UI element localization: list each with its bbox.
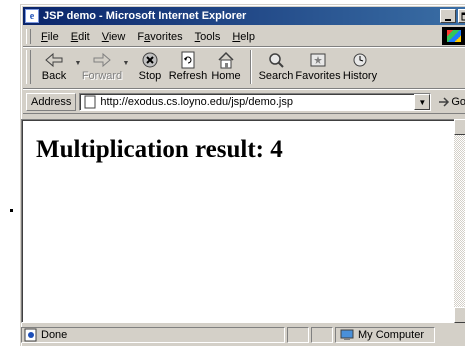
address-field[interactable]: http://exodus.cs.loyno.edu/jsp/demo.jsp … [79,93,432,111]
minimize-icon [445,19,451,21]
scroll-down-button[interactable] [454,307,465,323]
back-label: Back [41,70,67,82]
refresh-label: Refresh [168,70,208,82]
search-label: Search [258,70,294,82]
stop-label: Stop [138,70,162,82]
favorites-button[interactable]: Favorites [295,48,341,86]
address-label: Address [26,93,77,111]
favorites-icon [307,50,329,70]
search-icon [265,50,287,70]
address-dropdown-icon[interactable]: ▼ [414,94,431,110]
status-text: Done [41,329,68,341]
stop-icon [139,50,161,70]
status-zone-pane: My Computer [335,327,435,343]
home-icon [215,50,237,70]
menu-file[interactable]: File [35,31,65,43]
minimize-button[interactable] [440,9,456,23]
address-bar: Address http://exodus.cs.loyno.edu/jsp/d… [23,91,465,114]
back-button[interactable]: Back [35,48,73,86]
refresh-icon [177,50,199,70]
maximize-icon [461,12,465,21]
history-button[interactable]: History [341,48,379,86]
scroll-up-button[interactable] [454,119,465,135]
status-zone-text: My Computer [358,329,425,341]
menu-help[interactable]: Help [226,31,261,43]
favorites-label: Favorites [295,70,341,82]
menu-favorites[interactable]: Favorites [131,31,188,43]
toolbar-grip[interactable] [26,50,31,84]
page-done-icon [24,328,37,342]
toolbar-separator [250,50,252,84]
menubar-grip[interactable] [26,29,31,44]
home-button[interactable]: Home [207,48,245,86]
menu-bar: File Edit View Favorites Tools Help [23,27,465,47]
go-arrow-icon [439,97,450,107]
status-bar: Done My Computer [21,326,465,344]
browser-window: e JSP demo - Microsoft Internet Explorer… [20,4,465,346]
history-icon [349,50,371,70]
page-icon [84,95,96,109]
forward-label: Forward [81,70,123,82]
go-label: Go [451,96,465,108]
standard-toolbar: Back ▼ Forward ▼ Stop Refresh Home Searc… [23,48,465,89]
computer-icon [340,329,354,340]
page-content: Multiplication result: 4 [21,119,461,323]
refresh-button[interactable]: Refresh [169,48,207,86]
windows-logo-throbber [442,27,465,45]
menu-view[interactable]: View [96,31,132,43]
status-pane-security [311,327,333,343]
title-bar[interactable]: e JSP demo - Microsoft Internet Explorer [23,7,465,25]
history-label: History [342,70,378,82]
maximize-button[interactable] [458,9,465,23]
go-button[interactable]: Go [437,95,465,109]
back-arrow-icon [43,50,65,70]
back-dropdown-icon[interactable]: ▼ [73,48,83,67]
status-pane-progress [287,327,309,343]
menu-tools[interactable]: Tools [189,31,227,43]
menu-edit[interactable]: Edit [65,31,96,43]
status-main-pane: Done [21,327,285,343]
windows-logo-icon [447,30,461,42]
forward-arrow-icon [91,50,113,70]
vertical-scrollbar[interactable] [454,119,465,323]
home-label: Home [211,70,241,82]
stop-button[interactable]: Stop [131,48,169,86]
forward-button[interactable]: Forward [81,48,123,86]
page-heading: Multiplication result: 4 [36,136,283,163]
search-button[interactable]: Search [257,48,295,86]
stray-mark [10,209,13,212]
window-title: JSP demo - Microsoft Internet Explorer [43,10,247,22]
forward-dropdown-icon[interactable]: ▼ [121,48,131,67]
ie-icon: e [25,9,39,23]
address-url[interactable]: http://exodus.cs.loyno.edu/jsp/demo.jsp [80,96,293,108]
